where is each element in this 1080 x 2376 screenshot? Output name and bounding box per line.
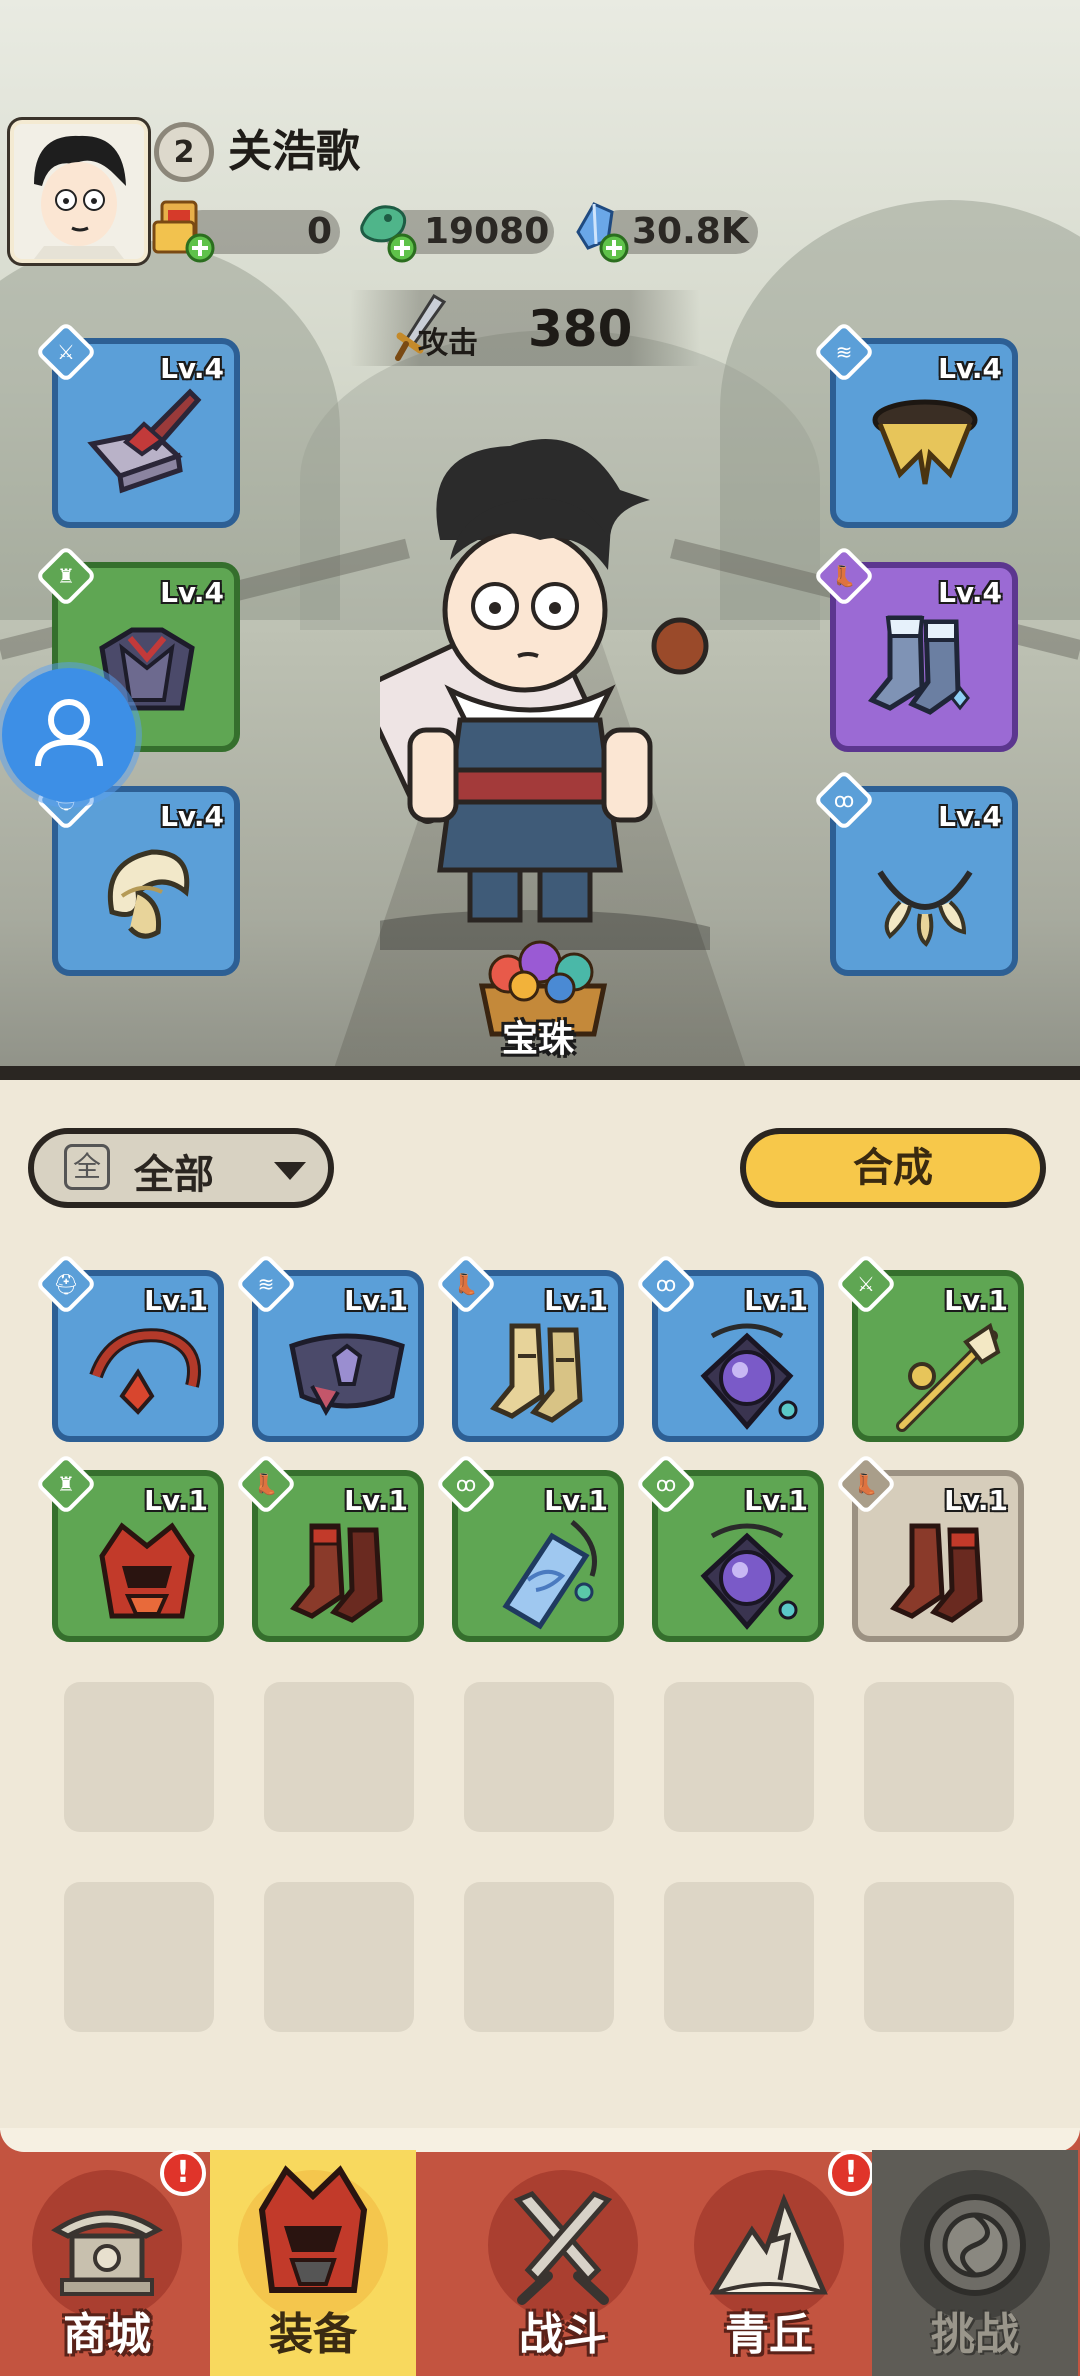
attack-label: 攻击: [418, 326, 478, 361]
item-level: Lv.4: [160, 576, 224, 609]
void-amulet-icon: [700, 1323, 798, 1430]
equip-slot-belt[interactable]: ≋ Lv.4: [812, 320, 1018, 528]
chevron-down-icon: [274, 1162, 306, 1180]
item-level: Lv.4: [938, 576, 1002, 609]
blue-crystal-icon[interactable]: [564, 196, 634, 266]
filter-label: 全部: [134, 1152, 214, 1198]
item-level: Lv.4: [160, 800, 224, 833]
empty-inventory-slot: [264, 1682, 414, 1832]
item-level: Lv.1: [144, 1284, 208, 1317]
tab-label: 青丘: [725, 2309, 813, 2360]
inventory-item[interactable]: ⚔ Lv.1: [834, 1252, 1024, 1442]
empty-inventory-slot: [664, 1882, 814, 2032]
tab-battle[interactable]: 战斗: [460, 2150, 666, 2376]
gold-belt-icon: [872, 399, 978, 485]
item-level: Lv.1: [344, 1284, 408, 1317]
inventory-item[interactable]: ꝏ Lv.1: [434, 1452, 624, 1642]
inventory-item[interactable]: 👢 Lv.1: [234, 1452, 424, 1642]
void-amulet-icon: [700, 1523, 798, 1630]
inventory-item[interactable]: ⛑ Lv.1: [34, 1252, 224, 1442]
empty-inventory-slot: [64, 1682, 214, 1832]
demon-mask-helmet-icon: [99, 1522, 195, 1619]
empty-inventory-slot: [664, 1682, 814, 1832]
player-avatar[interactable]: [10, 120, 148, 263]
empty-inventory-slot: [464, 1682, 614, 1832]
item-level: Lv.1: [944, 1284, 1008, 1317]
crimson-circlet-icon: [89, 1328, 201, 1415]
equip-slot-necklace[interactable]: ꝏ Lv.4: [812, 768, 1018, 976]
tab-label: 商城: [63, 2309, 151, 2360]
item-level: Lv.1: [744, 1284, 808, 1317]
inventory-item[interactable]: ≋ Lv.1: [234, 1252, 424, 1442]
tab-label: 装备: [269, 2309, 357, 2360]
empty-inventory-slot: [464, 1882, 614, 2032]
jade-dragon-coin-icon[interactable]: [352, 196, 422, 266]
empty-inventory-slot: [64, 1882, 214, 2032]
frost-boots-icon: [867, 615, 970, 715]
empty-inventory-slot: [864, 1682, 1014, 1832]
category-filter-dropdown[interactable]: 全 全部: [28, 1128, 334, 1208]
crystal-pendant-icon: [502, 1520, 597, 1630]
empty-inventory-slot: [264, 1882, 414, 2032]
fang-necklace-icon: [877, 870, 973, 947]
tab-equipment[interactable]: 装备: [210, 2150, 416, 2376]
crimson-boots-icon: [889, 1523, 983, 1623]
empty-inventory-slot: [864, 1882, 1014, 2032]
dark-belt-icon: [289, 1333, 405, 1417]
mountain-icon: [709, 2193, 828, 2295]
attack-value: 380: [528, 300, 633, 358]
challenge-orb-icon: [924, 2194, 1026, 2296]
item-level: Lv.1: [544, 1284, 608, 1317]
tab-label: 挑战: [931, 2309, 1019, 2360]
item-level: Lv.1: [744, 1484, 808, 1517]
orb-label: 宝珠: [502, 1019, 575, 1060]
player-name: 关浩歌: [228, 126, 360, 177]
crossed-swords-icon: [513, 2190, 613, 2305]
item-level: Lv.4: [160, 352, 224, 385]
resource-value: 30.8K: [632, 211, 749, 252]
item-level: Lv.4: [938, 800, 1002, 833]
inventory-item[interactable]: ꝏ Lv.1: [634, 1452, 824, 1642]
horn-helmet-icon: [107, 849, 190, 939]
equip-slot-boots[interactable]: 👢 Lv.4: [812, 544, 1018, 752]
resource-value: 0: [306, 211, 332, 252]
item-level: Lv.1: [544, 1484, 608, 1517]
jade-staff-icon: [896, 1322, 1001, 1432]
shop-icon: [51, 2210, 163, 2296]
item-level: Lv.4: [938, 352, 1002, 385]
user-icon: [35, 699, 103, 767]
tab-label: 战斗: [519, 2309, 607, 2360]
alert-badge-icon: !: [160, 2150, 206, 2196]
equip-slot-helmet[interactable]: ⛑ Lv.4: [34, 768, 240, 976]
item-level: Lv.1: [344, 1484, 408, 1517]
item-level: Lv.1: [144, 1484, 208, 1517]
scroll-ticket-icon[interactable]: [150, 196, 220, 266]
tab-challenge[interactable]: 挑战: [872, 2150, 1078, 2376]
equipment-icon: [258, 2165, 368, 2293]
inventory-item[interactable]: ꝏ Lv.1: [634, 1252, 824, 1442]
hero-character[interactable]: [380, 430, 710, 950]
alert-badge-icon: !: [828, 2150, 874, 2196]
nav-top-edge: [0, 2128, 1080, 2152]
player-level-badge: 2: [154, 122, 214, 182]
compose-button[interactable]: 合成: [740, 1128, 1046, 1208]
crimson-boots-icon: [289, 1523, 383, 1623]
equip-slot-weapon[interactable]: ⚔ Lv.4: [34, 320, 240, 528]
bone-boots-icon: [489, 1323, 583, 1423]
hammer-weapon-icon: [87, 388, 202, 494]
inventory-item[interactable]: 👢 Lv.1: [834, 1452, 1024, 1642]
resource-value: 19080: [424, 211, 550, 252]
filter-all-icon: 全: [64, 1144, 110, 1190]
inventory-item[interactable]: ♜ Lv.1: [34, 1452, 224, 1642]
inventory-item[interactable]: 👢 Lv.1: [434, 1252, 624, 1442]
profile-float-button[interactable]: [2, 668, 136, 802]
item-level: Lv.1: [944, 1484, 1008, 1517]
